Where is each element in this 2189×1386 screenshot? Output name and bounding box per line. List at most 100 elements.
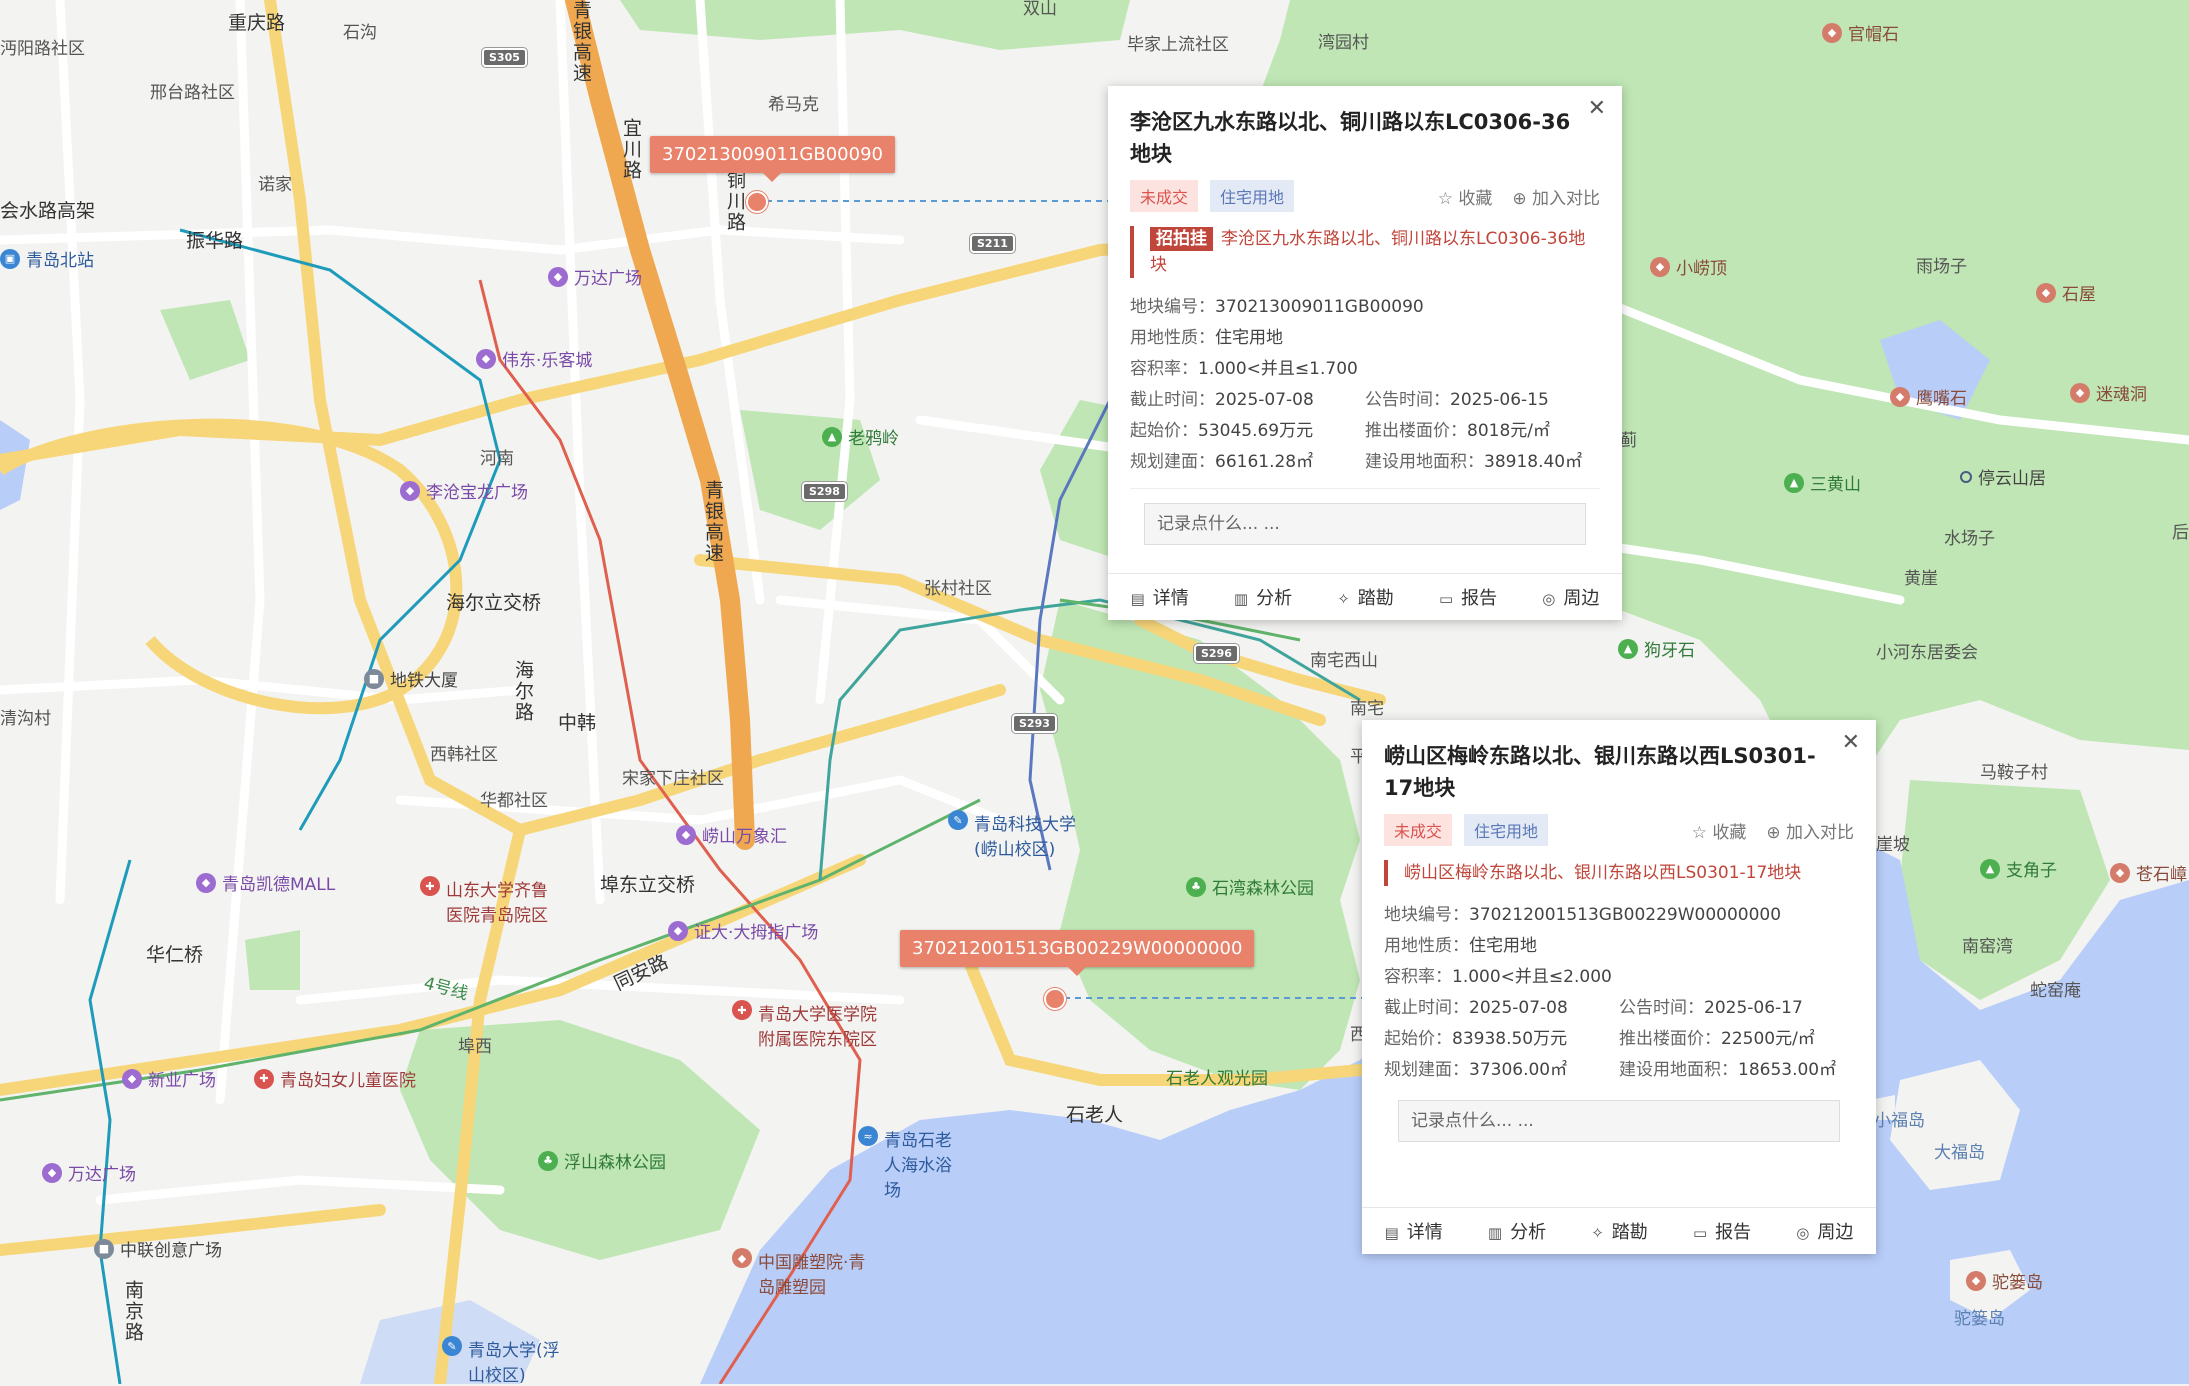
poi-gouyashi[interactable]: ▲ 狗牙石 bbox=[1618, 636, 1695, 661]
info-code: 地块编号：370213009011GB00090 bbox=[1130, 297, 1424, 317]
analysis-button[interactable]: ▥ 分析 bbox=[1488, 1218, 1546, 1244]
close-icon[interactable]: ✕ bbox=[1842, 730, 1860, 755]
label-tuoluo: 驼篓岛 bbox=[1954, 1309, 2005, 1329]
label-hou: 后 bbox=[2172, 523, 2189, 543]
popup-info: 地块编号：370213009011GB00090 用地性质：住宅用地 容积率：1… bbox=[1108, 278, 1622, 478]
close-icon[interactable]: ✕ bbox=[1588, 96, 1606, 121]
label-shuichangzi: 水场子 bbox=[1944, 529, 1995, 549]
detail-button[interactable]: ▤ 详情 bbox=[1131, 584, 1189, 610]
poi-metro-building[interactable]: ■ 地铁大厦 bbox=[364, 666, 458, 691]
poi-xiaolaoding[interactable]: ◆ 小崂顶 bbox=[1650, 254, 1727, 279]
use-badge: 住宅用地 bbox=[1210, 180, 1295, 212]
label-zhonghan: 中韩 bbox=[558, 712, 597, 734]
report-button[interactable]: ▭ 报告 bbox=[1439, 584, 1497, 610]
label-tongchuan-road: 铜川路 bbox=[724, 170, 746, 233]
status-badge: 未成交 bbox=[1130, 180, 1199, 212]
poi-tingyun[interactable]: 停云山居 bbox=[1960, 464, 2046, 489]
mountain-icon: ▲ bbox=[1784, 472, 1804, 493]
shopping-icon: ◆ bbox=[400, 480, 420, 501]
info-price: 起始价：83938.50万元 bbox=[1384, 1029, 1568, 1049]
compare-button[interactable]: ⊕ 加入对比 bbox=[1512, 184, 1600, 209]
label-nanyao: 南窑湾 bbox=[1962, 937, 2013, 957]
label-wanfu: 湾园村 bbox=[1318, 33, 1369, 53]
train-icon: ▣ bbox=[0, 248, 20, 269]
label-nanzhai: 南宅 bbox=[1350, 699, 1384, 719]
survey-button[interactable]: ✧ 踏勘 bbox=[1337, 584, 1394, 610]
poi-qdu-hospital[interactable]: ✚ 青岛大学医学院附属医院东院区 bbox=[732, 1000, 882, 1050]
poi-wanda-plaza-1[interactable]: ◆ 万达广场 bbox=[548, 264, 642, 289]
parcel-pin-1[interactable] bbox=[746, 191, 768, 213]
poi-qingdao-north-station[interactable]: ▣ 青岛北站 bbox=[0, 246, 94, 271]
info-deadline: 截止时间：2025-07-08 bbox=[1130, 390, 1314, 410]
label-nanzhai-xishan: 南宅西山 bbox=[1310, 651, 1378, 671]
poi-sanhuangshan[interactable]: ▲ 三黄山 bbox=[1784, 470, 1861, 495]
poi-laoshan-mixc[interactable]: ◆ 崂山万象汇 bbox=[676, 822, 787, 847]
star-icon: ☆ bbox=[1437, 188, 1453, 209]
poi-licang-baolong[interactable]: ◆ 李沧宝龙广场 bbox=[400, 478, 528, 503]
note-input[interactable]: 记录点什么... ... bbox=[1144, 503, 1586, 545]
label-ji: 蓟 bbox=[1620, 431, 1637, 451]
poi-laoyaling[interactable]: ▲ 老鸦岭 bbox=[822, 424, 899, 449]
poi-sculpture-park[interactable]: ◆ 中国雕塑院·青岛雕塑园 bbox=[732, 1248, 872, 1298]
poi-tuoluo[interactable]: ◆ 驼篓岛 bbox=[1966, 1268, 2043, 1293]
poi-fushan-park[interactable]: ♣ 浮山森林公园 bbox=[538, 1148, 666, 1173]
shopping-icon: ◆ bbox=[668, 920, 688, 941]
poi-qilu-hospital[interactable]: ✚ 山东大学齐鲁医院青岛院区 bbox=[420, 876, 560, 926]
poi-zhonglian[interactable]: ■ 中联创意广场 bbox=[94, 1236, 222, 1261]
label-sheyao: 蛇窑庵 bbox=[2030, 981, 2081, 1001]
shopping-icon: ◆ bbox=[676, 824, 696, 845]
poi-women-children-hospital[interactable]: ✚ 青岛妇女儿童医院 bbox=[254, 1066, 416, 1091]
info-floor-price: 推出楼面价：8018元/㎡ bbox=[1365, 421, 1550, 441]
poi-zhengda-plaza[interactable]: ◆ 证大·大拇指广场 bbox=[668, 918, 818, 943]
star-icon: ☆ bbox=[1691, 822, 1707, 843]
shopping-icon: ◆ bbox=[196, 872, 216, 893]
favorite-button[interactable]: ☆ 收藏 bbox=[1692, 818, 1747, 843]
favorite-button[interactable]: ☆ 收藏 bbox=[1438, 184, 1493, 209]
poi-qdu-fushan[interactable]: ✎ 青岛大学(浮山校区) bbox=[442, 1336, 572, 1386]
note-input[interactable]: 记录点什么... ... bbox=[1398, 1100, 1840, 1142]
survey-button[interactable]: ✧ 踏勘 bbox=[1591, 1218, 1648, 1244]
poi-cangshi[interactable]: ◆ 苍石嶂 bbox=[2110, 860, 2187, 885]
poi-shilaoren-garden[interactable]: 石老人观光园 bbox=[1166, 1064, 1268, 1089]
info-deadline: 截止时间：2025-07-08 bbox=[1384, 998, 1568, 1018]
analysis-button[interactable]: ▥ 分析 bbox=[1234, 584, 1292, 610]
poi-shiwu[interactable]: ◆ 石屋 bbox=[2036, 280, 2096, 305]
label-fuxi: 埠西 bbox=[458, 1037, 492, 1057]
label-yuchangzi: 雨场子 bbox=[1916, 257, 1967, 277]
bar-chart-icon: ▥ bbox=[1233, 590, 1249, 608]
poi-shiwan-park[interactable]: ♣ 石湾森林公园 bbox=[1186, 874, 1314, 899]
poi-wanda-plaza-2[interactable]: ◆ 万达广场 bbox=[42, 1160, 136, 1185]
hospital-icon: ✚ bbox=[732, 1000, 752, 1020]
label-xiaofu: 小福岛 bbox=[1874, 1111, 1925, 1131]
poi-yingzuishi[interactable]: ◆ 鹰嘴石 bbox=[1890, 384, 1967, 409]
poi-mihundong[interactable]: ◆ 迷魂洞 bbox=[2070, 380, 2147, 405]
poi-zhijiaozi[interactable]: ▲ 支角子 bbox=[1980, 856, 2057, 881]
poi-guanmaoshi[interactable]: ◆ 官帽石 bbox=[1822, 20, 1899, 45]
pin-icon: ◆ bbox=[1822, 22, 1842, 43]
compare-button[interactable]: ⊕ 加入对比 bbox=[1766, 818, 1854, 843]
parcel-tag-2[interactable]: 370212001513GB00229W00000000 bbox=[900, 930, 1255, 976]
parcel-tag-1[interactable]: 370213009011GB00090 bbox=[650, 136, 895, 182]
info-floor-price: 推出楼面价：22500元/㎡ bbox=[1619, 1029, 1815, 1049]
detail-button[interactable]: ▤ 详情 bbox=[1385, 1218, 1443, 1244]
nearby-button[interactable]: ◎ 周边 bbox=[1796, 1218, 1853, 1244]
info-notice: 公告时间：2025-06-17 bbox=[1619, 998, 1803, 1018]
poi-xinye-plaza[interactable]: ◆ 新业广场 bbox=[122, 1066, 216, 1091]
dot-icon bbox=[1960, 470, 1972, 483]
poi-capitamall[interactable]: ◆ 青岛凯德MALL bbox=[196, 870, 335, 895]
label-huangya: 黄崖 bbox=[1904, 569, 1938, 589]
label-nuojia: 诺家 bbox=[258, 175, 292, 195]
hospital-icon: ✚ bbox=[254, 1068, 274, 1089]
plus-circle-icon: ⊕ bbox=[1766, 822, 1781, 843]
parcel-pin-2[interactable] bbox=[1044, 988, 1066, 1010]
nearby-button[interactable]: ◎ 周边 bbox=[1542, 584, 1599, 610]
poi-qust[interactable]: ✎ 青岛科技大学(崂山校区) bbox=[948, 810, 1098, 860]
poi-weidong[interactable]: ◆ 伟东·乐客城 bbox=[476, 346, 592, 371]
bar-chart-icon: ▥ bbox=[1487, 1224, 1503, 1242]
use-badge: 住宅用地 bbox=[1464, 814, 1549, 846]
label-qinggou: 清沟村 bbox=[0, 709, 51, 729]
school-icon: ✎ bbox=[442, 1336, 462, 1356]
poi-shilaoren-beach[interactable]: ≈ 青岛石老人海水浴场 bbox=[858, 1126, 968, 1201]
report-button[interactable]: ▭ 报告 bbox=[1693, 1218, 1751, 1244]
scenic-icon: ◆ bbox=[1890, 386, 1910, 407]
